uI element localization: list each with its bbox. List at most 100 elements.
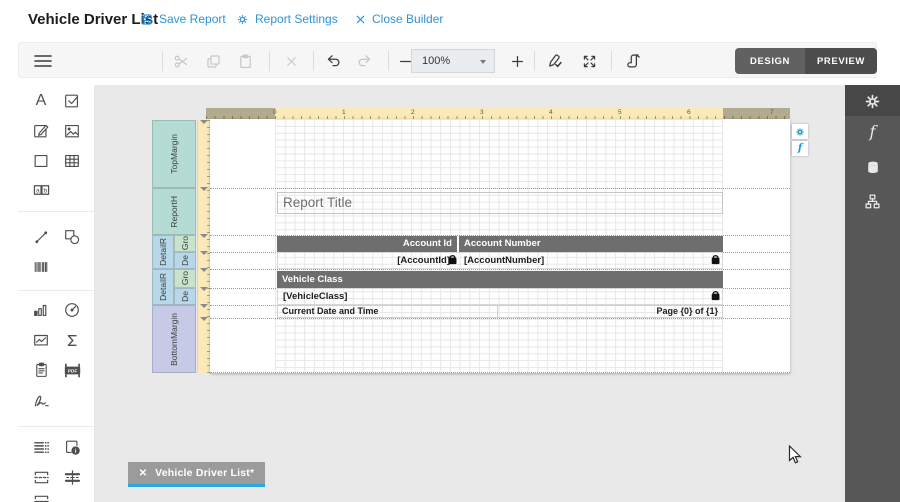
- expand-arrows-icon: [581, 53, 598, 70]
- checkbox-component-button[interactable]: [60, 89, 84, 113]
- clipped-icon: [32, 493, 51, 502]
- label-ab-icon: ab: [32, 182, 51, 198]
- table-component-button[interactable]: [60, 149, 84, 173]
- lock-icon[interactable]: [710, 253, 721, 265]
- table-icon: [63, 152, 81, 170]
- properties-panel-button[interactable]: [845, 88, 900, 114]
- style-validate-button[interactable]: [545, 51, 565, 71]
- account-header-row: Account Id Account Number: [277, 236, 723, 252]
- barcode-component-button[interactable]: [29, 255, 53, 279]
- page-settings-button[interactable]: [792, 124, 808, 139]
- page-info-component-button[interactable]: [60, 435, 84, 459]
- clipboard-icon: [33, 361, 50, 379]
- databand-component-button[interactable]: [29, 435, 53, 459]
- report-page[interactable]: Report Title Account Id Account Number […: [210, 119, 790, 373]
- zoom-level-value: 100%: [422, 55, 450, 67]
- page-break-component-button[interactable]: [29, 465, 53, 489]
- label-component-button[interactable]: ab: [29, 178, 53, 202]
- vehicle-class-header-cell[interactable]: Vehicle Class: [277, 271, 723, 288]
- band-group-header-2[interactable]: Gro: [174, 269, 196, 288]
- band-detail-report-2[interactable]: DetailR: [152, 269, 174, 305]
- signature-component-button[interactable]: [29, 388, 53, 412]
- copy-button[interactable]: [203, 51, 223, 71]
- zoom-level-dropdown[interactable]: 100%: [411, 49, 495, 73]
- lock-icon[interactable]: [447, 253, 458, 265]
- band-separator[interactable]: [210, 318, 790, 319]
- data-source-panel-button[interactable]: [845, 154, 900, 180]
- delete-button[interactable]: [281, 51, 301, 71]
- lock-icon[interactable]: [710, 289, 721, 301]
- sum-component-button[interactable]: [60, 328, 84, 352]
- structure-panel-button[interactable]: [845, 188, 900, 214]
- paste-button[interactable]: [235, 51, 255, 71]
- band-separator[interactable]: [210, 269, 790, 270]
- data-list-icon: [32, 439, 51, 456]
- gauge-component-button[interactable]: [60, 298, 84, 322]
- close-icon: [355, 14, 366, 25]
- band-marker: [200, 287, 208, 291]
- band-align-component-button[interactable]: [60, 465, 84, 489]
- account-number-field-cell[interactable]: [AccountNumber]: [458, 253, 722, 268]
- richtext-component-button[interactable]: [29, 119, 53, 143]
- bar-chart-icon: [32, 301, 50, 319]
- page-functions-button[interactable]: f: [792, 141, 808, 156]
- menu-hamburger-button[interactable]: [33, 51, 53, 71]
- band-detail-report-1[interactable]: DetailR: [152, 235, 174, 269]
- ruler-number: 4: [549, 109, 553, 116]
- design-canvas[interactable]: 0 1 2 3 4 5 6 7 TopMargin ReportH Detail…: [95, 85, 845, 502]
- panel-component-button[interactable]: [29, 149, 53, 173]
- ruler-number: 3: [480, 109, 484, 116]
- undo-icon: [324, 53, 342, 69]
- cut-button[interactable]: [171, 51, 191, 71]
- band-separator[interactable]: [210, 372, 790, 373]
- pdf-export-button[interactable]: PDF: [60, 358, 84, 382]
- page-break-icon: [32, 469, 51, 486]
- ruler-number: 5: [618, 109, 622, 116]
- svg-text:a: a: [36, 187, 40, 194]
- account-id-header-cell[interactable]: Account Id: [277, 236, 457, 252]
- band-detail-2[interactable]: De: [174, 288, 196, 305]
- vehicle-class-field-cell[interactable]: [VehicleClass]: [277, 288, 723, 305]
- ruler-number: 0: [273, 109, 277, 116]
- tab-close-icon[interactable]: ✕: [139, 468, 147, 479]
- band-bottom-margin[interactable]: BottomMargin: [152, 305, 196, 373]
- signature-icon: [32, 392, 51, 409]
- zoom-in-button[interactable]: [507, 51, 527, 71]
- ruler-number: 1: [342, 109, 346, 116]
- text-component-button[interactable]: A: [29, 89, 53, 113]
- band-separator[interactable]: [210, 188, 790, 189]
- preview-tab[interactable]: PREVIEW: [805, 48, 877, 74]
- shape-component-button[interactable]: [60, 225, 84, 249]
- design-tab[interactable]: DESIGN: [735, 48, 805, 74]
- account-id-field-cell[interactable]: [AccountId]: [278, 253, 458, 268]
- band-detail-1[interactable]: De: [174, 252, 196, 269]
- sparkline-component-button[interactable]: [29, 328, 53, 352]
- account-number-header-cell[interactable]: Account Number: [459, 236, 723, 252]
- line-component-button[interactable]: [29, 225, 53, 249]
- script-button[interactable]: [623, 51, 643, 71]
- footer-page-number-cell[interactable]: Page {0} of {1}: [498, 306, 722, 317]
- band-top-margin[interactable]: TopMargin: [152, 120, 196, 188]
- band-marker: [200, 304, 208, 308]
- chart-component-button[interactable]: [29, 298, 53, 322]
- report-settings-button[interactable]: Report Settings: [236, 12, 338, 26]
- footer-datetime-cell[interactable]: Current Date and Time: [278, 306, 498, 317]
- svg-text:b: b: [43, 187, 47, 194]
- redo-button[interactable]: [355, 51, 375, 71]
- band-report-header[interactable]: ReportH: [152, 188, 196, 235]
- database-icon: [865, 159, 881, 176]
- fullscreen-button[interactable]: [579, 51, 599, 71]
- band-group-header-1[interactable]: Gro: [174, 235, 196, 252]
- close-builder-button[interactable]: Close Builder: [355, 12, 443, 26]
- close-builder-label: Close Builder: [372, 12, 443, 26]
- functions-panel-button[interactable]: f: [845, 119, 900, 145]
- image-component-button[interactable]: [60, 119, 84, 143]
- save-icon: [140, 13, 153, 26]
- gear-icon: [236, 13, 249, 26]
- report-tab[interactable]: ✕ Vehicle Driver List*: [128, 462, 265, 484]
- save-report-button[interactable]: Save Report: [140, 12, 226, 26]
- report-title-cell[interactable]: Report Title: [277, 192, 723, 214]
- undo-button[interactable]: [323, 51, 343, 71]
- clipboard-component-button[interactable]: [29, 358, 53, 382]
- extra-component-button[interactable]: [29, 489, 53, 502]
